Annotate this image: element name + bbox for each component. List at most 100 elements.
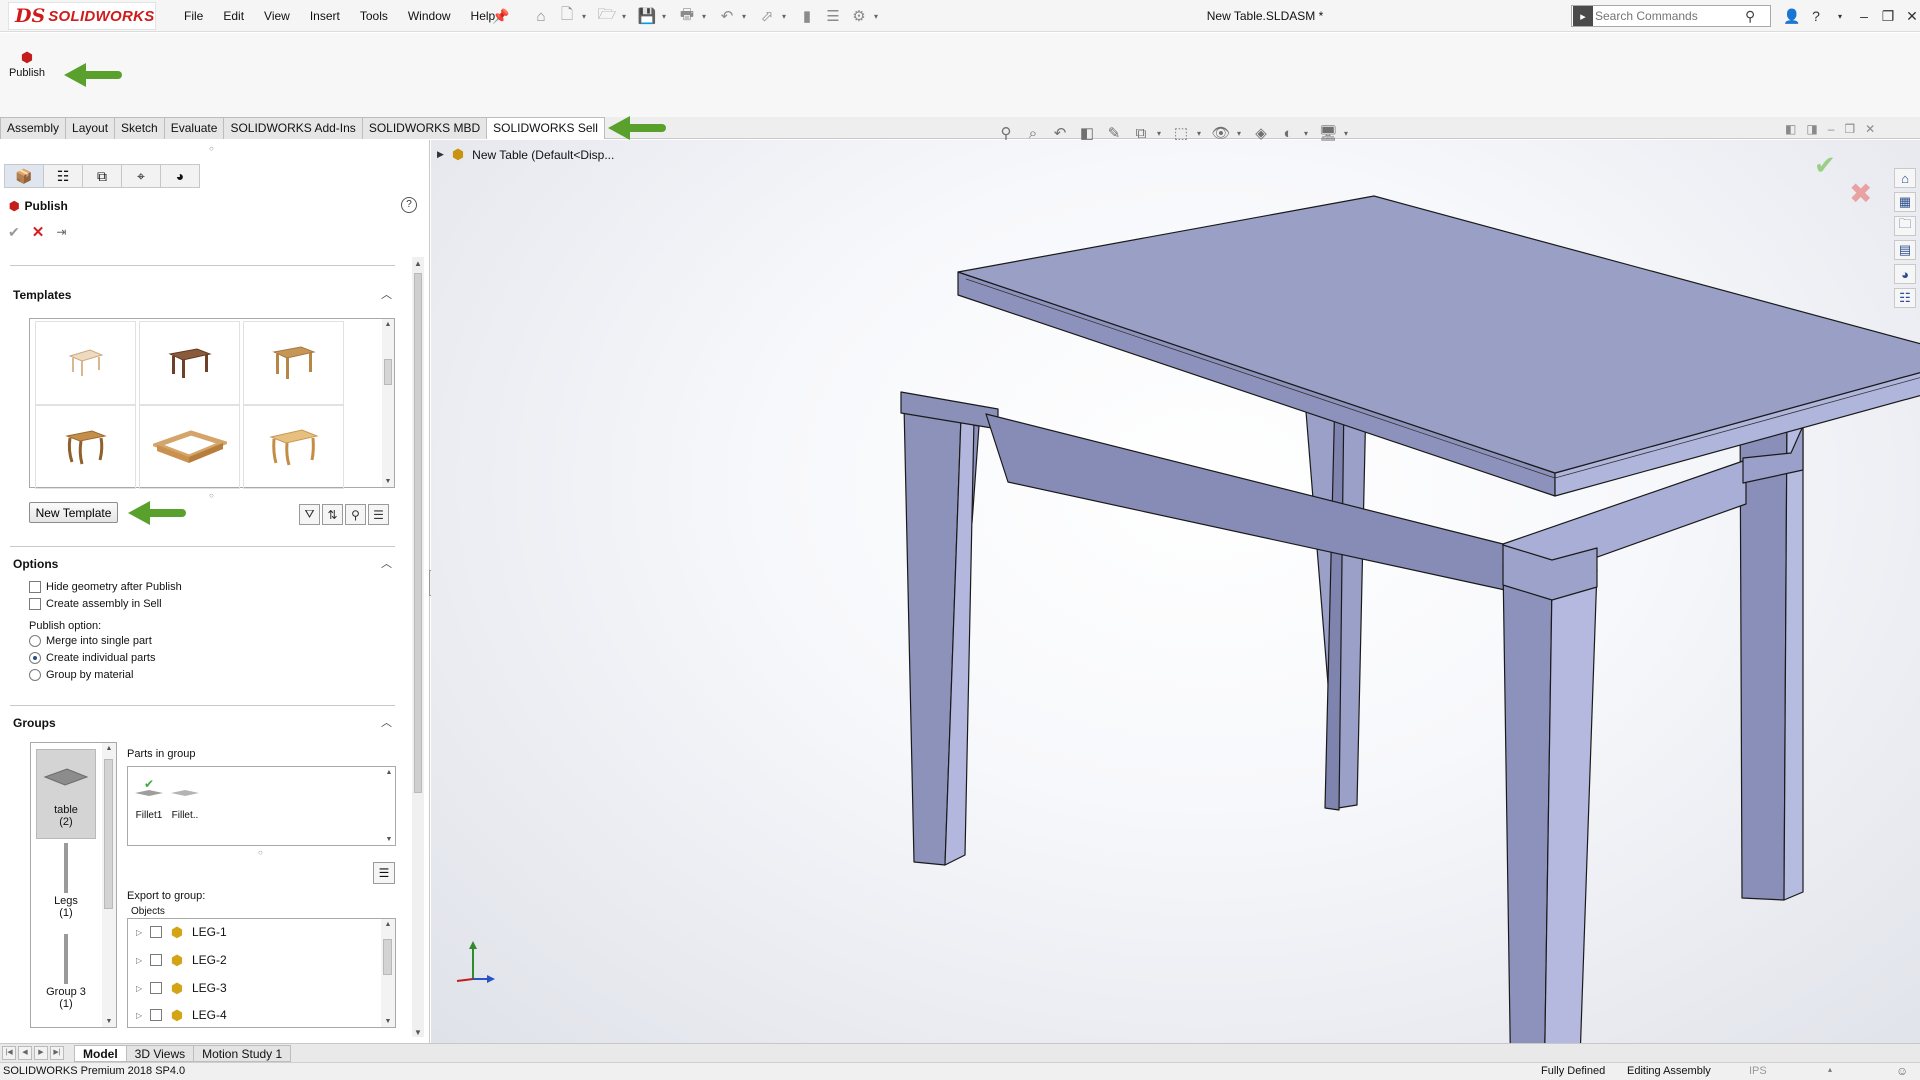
tab-solidworks-mbd[interactable]: SOLIDWORKS MBD — [361, 117, 488, 139]
next-tab-icon[interactable]: ▶ — [34, 1046, 48, 1060]
tab-layout[interactable]: Layout — [65, 117, 116, 139]
close-icon[interactable]: ✕ — [1900, 8, 1920, 25]
radio-dot[interactable] — [29, 635, 41, 647]
scroll-thumb[interactable] — [384, 359, 392, 385]
first-tab-icon[interactable]: |◀ — [2, 1046, 16, 1060]
print-icon[interactable]: 🖶 — [676, 5, 698, 27]
save-dropdown-icon[interactable]: ▾ — [662, 12, 672, 21]
merge-single-part-radio[interactable]: Merge into single part — [29, 635, 152, 647]
object-checkbox[interactable] — [150, 926, 162, 938]
group-item-legs[interactable]: Legs (1) — [36, 841, 96, 931]
template-thumbnail[interactable] — [243, 405, 344, 489]
magnifier-icon[interactable]: ⚲ — [1745, 8, 1755, 25]
part-item[interactable]: Fillet.. — [168, 777, 202, 821]
resize-grip-icon[interactable]: ○ — [209, 491, 214, 500]
customize-status-icon[interactable]: ☺ — [1896, 1064, 1908, 1078]
select-pointer-icon[interactable]: ⬀ — [756, 5, 778, 27]
tab-solidworks-add-ins[interactable]: SOLIDWORKS Add-Ins — [223, 117, 363, 139]
view-palette-icon[interactable]: ▤ — [1894, 240, 1916, 260]
scroll-down-icon[interactable]: ▼ — [102, 1018, 116, 1025]
new-dropdown-icon[interactable]: ▾ — [582, 12, 592, 21]
configuration-manager-tab-icon[interactable]: ⧉ — [82, 164, 122, 188]
viewport-close-icon[interactable]: ✕ — [1865, 122, 1875, 136]
solidworks-logo[interactable]: DS SOLIDWORKS — [8, 2, 156, 30]
ok-check-icon[interactable]: ✔ — [8, 224, 20, 241]
tab-sketch[interactable]: Sketch — [114, 117, 165, 139]
group-scrollbar[interactable]: ▲ ▼ — [102, 743, 116, 1027]
unit-dropdown-icon[interactable]: ▴ — [1828, 1065, 1832, 1074]
viewport-restore-icon[interactable]: ❐ — [1844, 122, 1855, 136]
collapse-right-icon[interactable]: ◨ — [1806, 122, 1817, 136]
collapse-chevron-icon[interactable]: ︿ — [381, 714, 392, 730]
parts-scrollbar[interactable]: ▲ ▼ — [383, 767, 395, 845]
filter-icon[interactable]: ⛛ — [299, 504, 320, 525]
open-dropdown-icon[interactable]: ▾ — [622, 12, 632, 21]
create-assembly-checkbox[interactable]: Create assembly in Sell — [29, 598, 162, 610]
templates-section-header[interactable]: Templates ︿ — [0, 284, 410, 306]
scroll-down-icon[interactable]: ▼ — [382, 478, 394, 485]
template-thumbnail[interactable] — [139, 405, 240, 489]
tab-assembly[interactable]: Assembly — [0, 117, 67, 139]
hide-geometry-checkbox[interactable]: Hide geometry after Publish — [29, 581, 182, 593]
object-checkbox[interactable] — [150, 954, 162, 966]
new-document-icon[interactable]: 🗋 — [556, 5, 578, 27]
scroll-up-icon[interactable]: ▲ — [381, 921, 395, 928]
design-library-icon[interactable]: ▦ — [1894, 192, 1916, 212]
save-icon[interactable]: 💾 — [636, 5, 658, 27]
table-model-3d[interactable] — [431, 140, 1920, 1045]
panel-grip-icon[interactable]: ○ — [209, 144, 214, 153]
view-settings-monitor-icon[interactable]: 🖥 — [1317, 124, 1339, 142]
collapse-left-icon[interactable]: ◧ — [1785, 122, 1796, 136]
object-row[interactable]: ▷ ⬢ LEG-2 — [136, 949, 227, 971]
object-checkbox[interactable] — [150, 982, 162, 994]
tab-evaluate[interactable]: Evaluate — [163, 117, 225, 139]
resize-grip-icon[interactable]: ○ — [258, 848, 263, 857]
view-settings-dropdown-icon[interactable]: ▾ — [1344, 129, 1352, 138]
solidworks-resources-home-icon[interactable]: ⌂ — [1894, 168, 1916, 188]
undo-icon[interactable]: ↶ — [716, 5, 738, 27]
display-manager-tab-icon[interactable]: ◕ — [160, 164, 200, 188]
dynamic-annotation-icon[interactable]: ✎ — [1103, 124, 1125, 142]
list-view-icon[interactable]: ☰ — [373, 862, 395, 884]
group-item-table[interactable]: table (2) — [36, 749, 96, 839]
select-dropdown-icon[interactable]: ▾ — [782, 12, 792, 21]
template-scrollbar[interactable]: ▲ ▼ — [382, 319, 394, 487]
view-orientation-icon[interactable]: ⧉ — [1130, 125, 1152, 142]
prev-tab-icon[interactable]: ◀ — [18, 1046, 32, 1060]
options-gear-icon[interactable]: ⚙ — [848, 5, 870, 27]
menu-tools[interactable]: Tools — [350, 9, 398, 23]
apply-scene-dropdown-icon[interactable]: ▾ — [1304, 129, 1312, 138]
groups-section-header[interactable]: Groups ︿ — [0, 712, 410, 734]
section-view-icon[interactable]: ◧ — [1076, 124, 1098, 142]
zoom-to-area-icon[interactable]: ⌕ — [1022, 125, 1044, 142]
minimize-icon[interactable]: – — [1852, 8, 1876, 24]
menu-window[interactable]: Window — [398, 9, 461, 23]
menu-view[interactable]: View — [254, 9, 300, 23]
hide-show-items-icon[interactable]: 👁 — [1210, 124, 1232, 142]
object-checkbox[interactable] — [150, 1009, 162, 1021]
tab-model[interactable]: Model — [74, 1044, 127, 1062]
last-tab-icon[interactable]: ▶| — [50, 1046, 64, 1060]
restore-icon[interactable]: ❐ — [1876, 8, 1900, 25]
radio-dot-selected[interactable] — [29, 652, 41, 664]
print-dropdown-icon[interactable]: ▾ — [702, 12, 712, 21]
help-dropdown-icon[interactable]: ▾ — [1828, 12, 1852, 21]
checkbox-box[interactable] — [29, 581, 41, 593]
create-individual-parts-radio[interactable]: Create individual parts — [29, 652, 155, 664]
undo-dropdown-icon[interactable]: ▾ — [742, 12, 752, 21]
unit-system[interactable]: IPS — [1749, 1065, 1767, 1077]
dimxpert-manager-tab-icon[interactable]: ⌖ — [121, 164, 161, 188]
home-icon[interactable]: ⌂ — [530, 5, 552, 27]
radio-dot[interactable] — [29, 669, 41, 681]
rebuild-icon[interactable]: ▮ — [796, 5, 818, 27]
publish-button[interactable]: ⬢ Publish — [6, 49, 48, 79]
list-view-icon[interactable]: ☰ — [368, 504, 389, 525]
expand-arrow-icon[interactable]: ▷ — [136, 956, 144, 965]
object-row[interactable]: ▷ ⬢ LEG-1 — [136, 921, 227, 943]
menu-edit[interactable]: Edit — [213, 9, 254, 23]
pin-menu-icon[interactable]: 📌 — [492, 8, 509, 25]
feature-manager-tab-icon[interactable]: 📦 — [4, 164, 44, 188]
object-row[interactable]: ▷ ⬢ LEG-4 — [136, 1004, 227, 1026]
scroll-thumb[interactable] — [414, 273, 422, 793]
objects-scrollbar[interactable]: ▲ ▼ — [381, 919, 395, 1027]
